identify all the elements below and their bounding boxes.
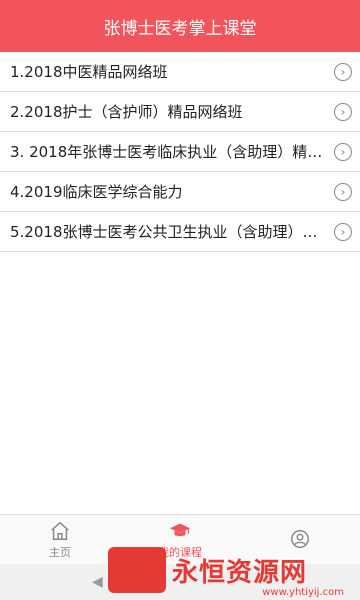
course-item-label: 4.2019临床医学综合能力: [10, 183, 183, 201]
tab-my-courses-label: 我的课程: [158, 546, 202, 559]
chevron-right-icon: ›: [334, 62, 352, 81]
tab-my-courses[interactable]: 我的课程: [120, 515, 240, 565]
app-header: 张博士医考掌上课堂: [0, 0, 360, 52]
course-item-label: 1.2018中医精品网络班: [10, 63, 168, 81]
back-triangle-icon[interactable]: ◀: [92, 574, 103, 590]
home-icon: [51, 521, 69, 540]
bottom-tab-bar: 主页 我的课程: [0, 514, 360, 565]
chevron-right-icon: ›: [334, 222, 352, 241]
page-title: 张博士医考掌上课堂: [103, 18, 257, 39]
course-item-5[interactable]: 5.2018张博士医考公共卫生执业（含助理）精品网络班 ›: [0, 212, 360, 252]
course-item-4[interactable]: 4.2019临床医学综合能力 ›: [0, 172, 360, 212]
course-item-label: 5.2018张博士医考公共卫生执业（含助理）精品网络班: [10, 223, 328, 241]
user-icon: [291, 530, 309, 548]
course-item-label: 2.2018护士（含护师）精品网络班: [10, 103, 243, 121]
chevron-right-icon: ›: [334, 182, 352, 201]
course-item-1[interactable]: 1.2018中医精品网络班 ›: [0, 52, 360, 92]
system-nav-bar: ◀: [0, 564, 360, 600]
tab-home[interactable]: 主页: [0, 515, 120, 565]
course-item-2[interactable]: 2.2018护士（含护师）精品网络班 ›: [0, 92, 360, 132]
tab-home-label: 主页: [49, 546, 71, 559]
chevron-right-icon: ›: [334, 142, 352, 161]
course-list: 1.2018中医精品网络班 › 2.2018护士（含护师）精品网络班 › 3. …: [0, 52, 360, 252]
course-item-label: 3. 2018年张博士医考临床执业（含助理）精品网络班: [10, 143, 328, 161]
chevron-right-icon: ›: [334, 102, 352, 121]
tab-profile[interactable]: [240, 515, 360, 565]
course-item-3[interactable]: 3. 2018年张博士医考临床执业（含助理）精品网络班 ›: [0, 132, 360, 172]
graduation-cap-icon: [169, 523, 191, 537]
